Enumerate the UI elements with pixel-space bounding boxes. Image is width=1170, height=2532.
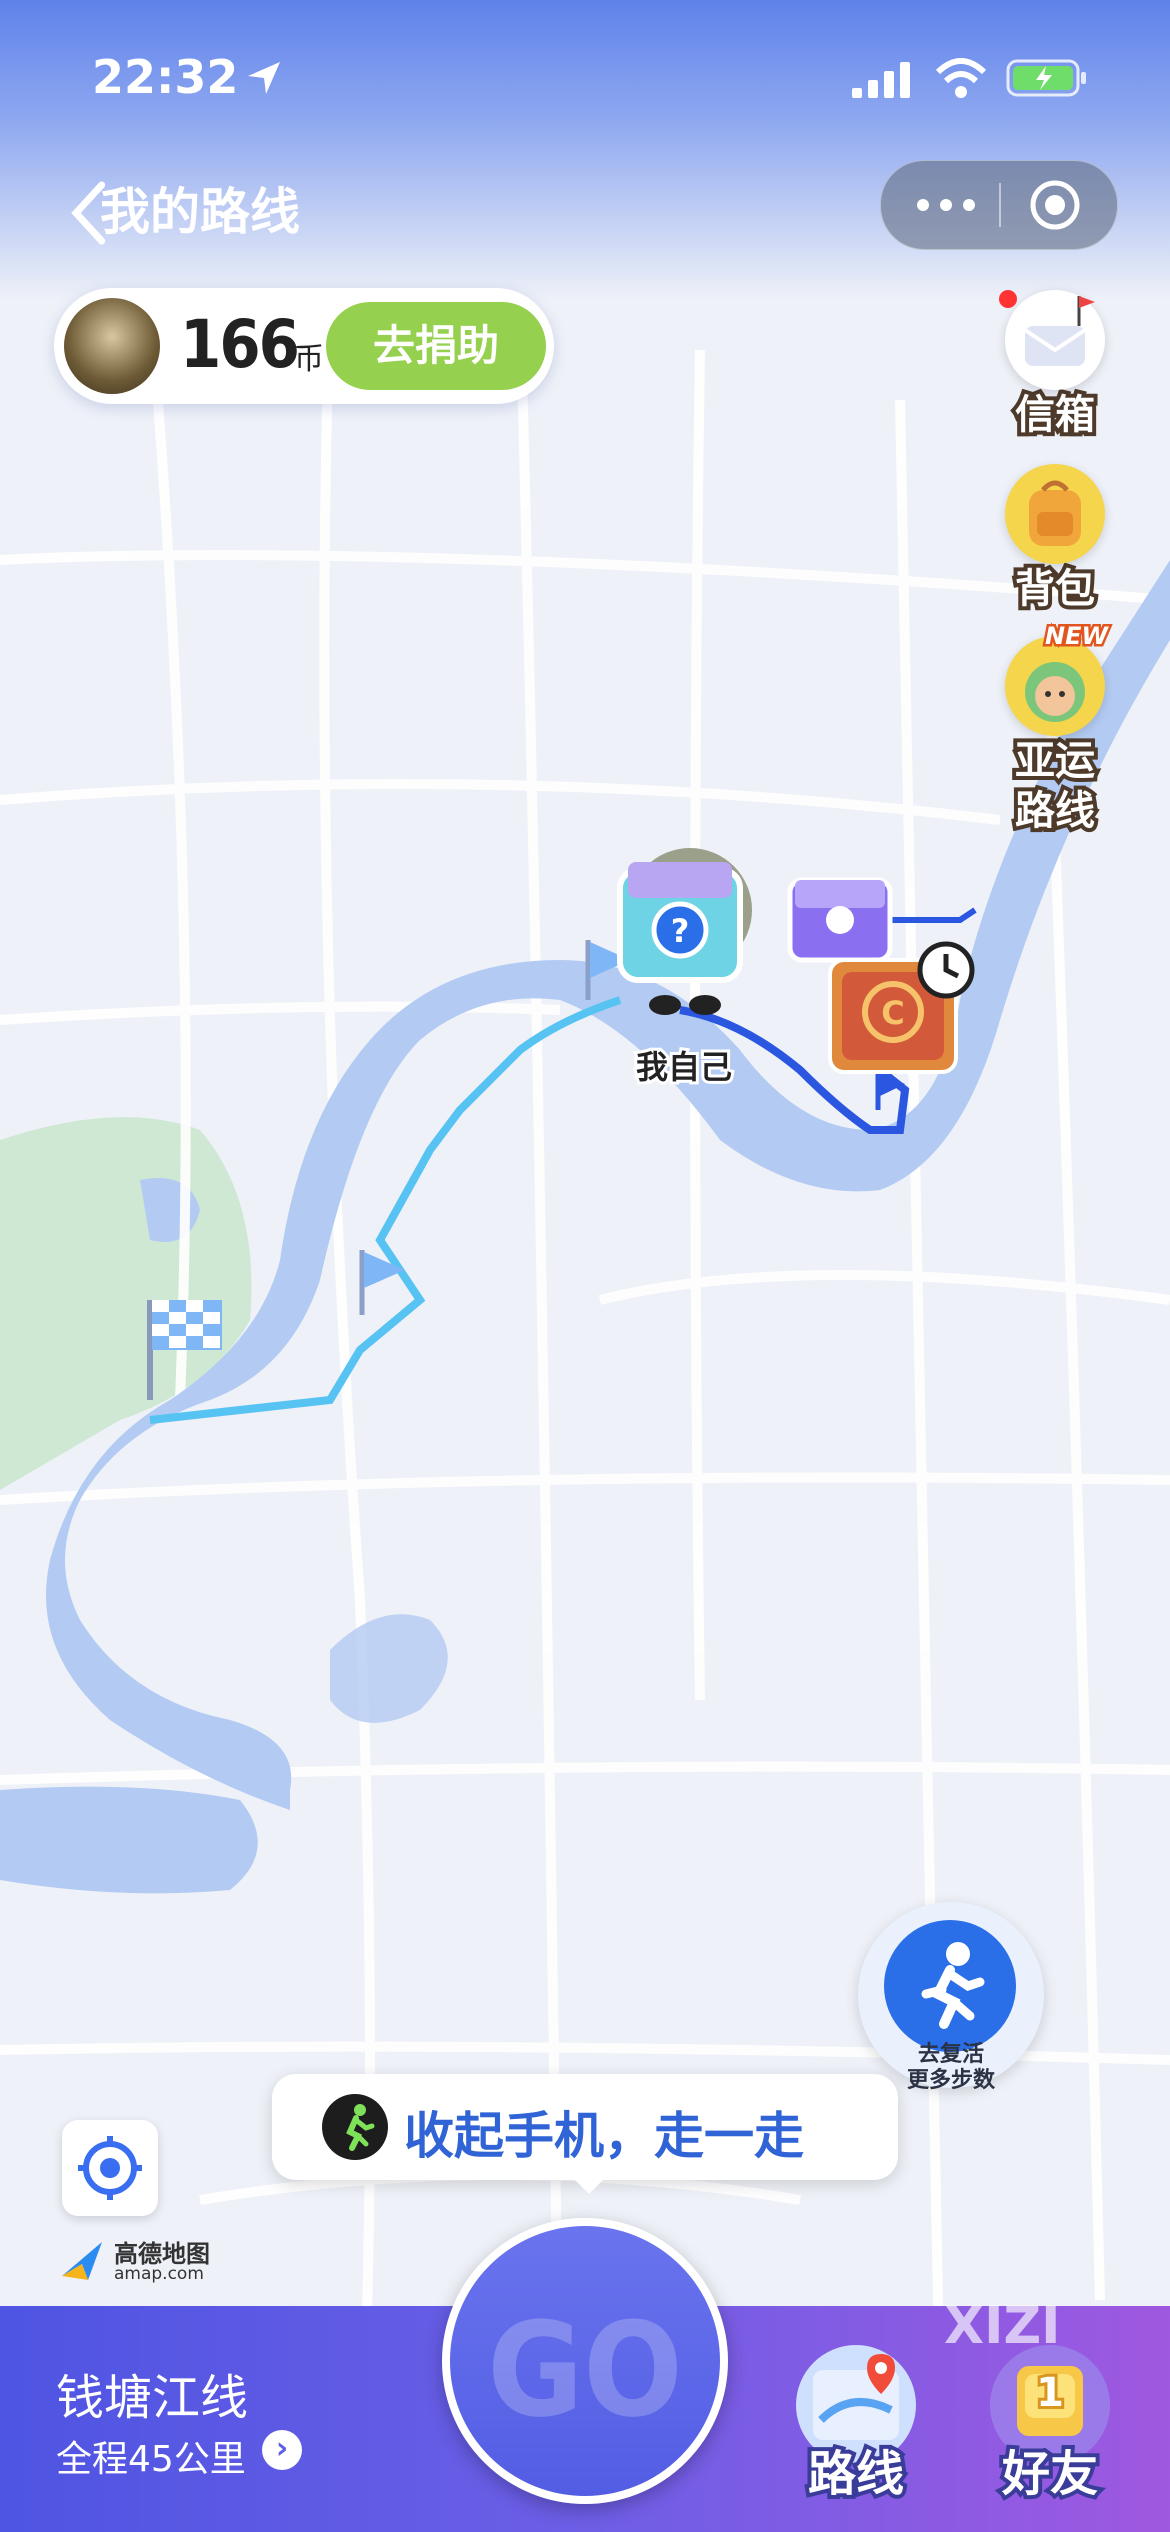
tab-label: 路线: [804, 2442, 908, 2506]
side-item-label: 亚运 路线: [1011, 734, 1099, 838]
tab-label: 好友: [998, 2442, 1102, 2506]
side-item-label: 背包: [1011, 562, 1099, 616]
coin-count: 166: [180, 306, 300, 383]
status-bar: 22:32: [0, 40, 1170, 120]
coin-unit: 币: [294, 342, 324, 377]
walk-prompt-toast: 收起手机，走一走: [272, 2074, 898, 2194]
route-name[interactable]: 钱塘江线: [56, 2358, 248, 2428]
toast-pointer: [575, 2180, 603, 2194]
locate-me-button[interactable]: [62, 2120, 158, 2216]
battery-charging-icon: [1006, 59, 1086, 97]
notification-dot: [999, 290, 1017, 308]
mailbox-icon: [999, 290, 1105, 390]
purple-treasure-chest-icon[interactable]: [787, 877, 893, 963]
go-button[interactable]: GO: [442, 2218, 728, 2504]
capsule-divider: [999, 183, 1001, 227]
new-badge: NEW: [1043, 620, 1111, 653]
friends-badge: 1: [1033, 2367, 1067, 2419]
close-miniprogram-icon[interactable]: [1027, 177, 1083, 233]
crosshair-icon: [78, 2136, 142, 2200]
nav-header: 我的路线: [0, 160, 1170, 250]
svg-text:?: ?: [671, 912, 690, 950]
side-item-asian-games-route[interactable]: NEW 亚运 路线: [1000, 620, 1110, 838]
page-title[interactable]: 我的路线: [100, 172, 300, 244]
cellular-signal-icon: [852, 62, 910, 98]
more-icon[interactable]: [911, 181, 981, 229]
river-mouth: [0, 1786, 258, 1894]
wifi-icon: [935, 58, 987, 98]
avatar[interactable]: [64, 298, 160, 394]
asian-games-mascot-icon: NEW: [1005, 620, 1110, 736]
toast-text: 收起手机，走一走: [404, 2107, 804, 2165]
walking-icon: [322, 2094, 388, 2160]
coin-bar: 166 币 去捐助: [54, 288, 554, 404]
me-marker-label: 我自己: [633, 1045, 735, 1089]
location-arrow-icon: [248, 62, 280, 94]
side-item-mailbox[interactable]: 信箱: [999, 290, 1110, 442]
tab-route[interactable]: 路线: [786, 2340, 926, 2520]
route-length[interactable]: 全程45公里: [56, 2430, 246, 2482]
chevron-right-icon[interactable]: ›: [262, 2430, 302, 2470]
amap-logo: 高德地图 amap.com: [58, 2232, 228, 2292]
amap-domain: amap.com: [114, 2264, 204, 2284]
tab-friends[interactable]: 1 好友: [980, 2340, 1120, 2520]
side-item-backpack[interactable]: 背包: [1000, 464, 1110, 616]
svg-text:C: C: [881, 994, 904, 1032]
miniprogram-capsule: [880, 160, 1118, 250]
running-person-icon: [884, 1920, 1016, 2052]
donate-button[interactable]: 去捐助: [326, 302, 546, 390]
backpack-icon: [1005, 464, 1105, 564]
go-label: GO: [487, 2294, 683, 2446]
amap-logo-icon: [62, 2242, 102, 2280]
status-time: 22:32: [92, 50, 239, 104]
revive-steps-button[interactable]: 去复活 更多步数: [858, 1902, 1044, 2093]
side-item-label: 信箱: [1011, 388, 1099, 442]
clock-icon: [917, 941, 975, 999]
